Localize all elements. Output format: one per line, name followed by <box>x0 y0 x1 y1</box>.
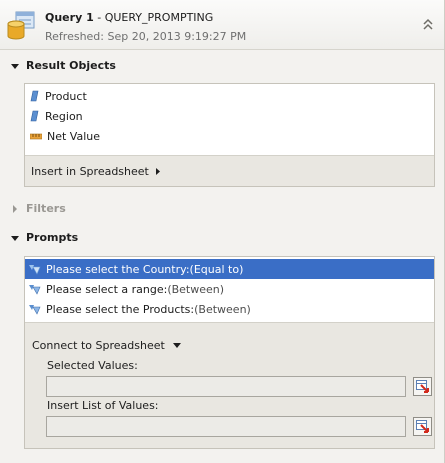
prompt-icon <box>29 285 41 295</box>
result-object-label: Net Value <box>47 129 101 143</box>
refreshed-timestamp: Refreshed: Sep 20, 2013 9:19:27 PM <box>45 30 247 43</box>
submenu-arrow-icon <box>155 168 160 175</box>
prompt-label: Please select the Products: <box>46 302 195 316</box>
query-panel: Query 1 - QUERY_PROMPTING Refreshed: Sep… <box>0 0 445 463</box>
dimension-icon <box>30 90 39 102</box>
measure-icon <box>30 133 42 140</box>
database-query-icon <box>6 10 36 42</box>
list-item[interactable]: Net Value <box>30 127 100 145</box>
prompt-label: Please select a range: <box>46 282 168 296</box>
prompt-icon <box>29 265 41 275</box>
query-name: Query 1 <box>45 11 94 24</box>
list-item[interactable]: Region <box>30 107 83 125</box>
prompt-qualifier: (Between) <box>194 302 251 316</box>
insert-list-of-values-label: Insert List of Values: <box>47 399 159 412</box>
connect-to-spreadsheet-label: Connect to Spreadsheet <box>32 339 165 352</box>
selected-values-pick-button[interactable] <box>413 377 432 396</box>
selected-values-field[interactable] <box>46 376 406 397</box>
query-title-separator: - <box>93 11 105 24</box>
cell-picker-icon <box>416 380 429 393</box>
filters-title: Filters <box>26 202 66 215</box>
result-object-label: Product <box>45 89 87 103</box>
prompt-qualifier: (Equal to) <box>189 262 244 276</box>
cell-picker-icon <box>416 420 429 433</box>
prompts-list: Please select the Country: (Equal to) Pl… <box>25 257 434 323</box>
query-id: QUERY_PROMPTING <box>104 11 214 24</box>
prompt-qualifier: (Between) <box>167 282 225 296</box>
result-objects-box: Product Region Net Value Insert in Sprea… <box>24 83 435 187</box>
query-title: Query 1 - QUERY_PROMPTING <box>45 11 213 24</box>
filters-section-header[interactable]: Filters <box>8 202 66 215</box>
prompts-box: Please select the Country: (Equal to) Pl… <box>24 256 435 449</box>
list-item[interactable]: Please select a range: (Between) <box>25 279 434 299</box>
dimension-icon <box>30 110 39 122</box>
list-item[interactable]: Product <box>30 87 87 105</box>
selected-values-label: Selected Values: <box>47 359 138 372</box>
insert-list-of-values-field[interactable] <box>46 416 406 437</box>
insert-list-of-values-pick-button[interactable] <box>413 417 432 436</box>
result-objects-section-header[interactable]: Result Objects <box>8 59 116 72</box>
connect-to-spreadsheet-dropdown[interactable]: Connect to Spreadsheet <box>32 339 181 352</box>
prompts-title: Prompts <box>26 231 79 244</box>
list-item[interactable]: Please select the Products: (Between) <box>25 299 434 319</box>
result-objects-list: Product Region Net Value <box>25 84 434 156</box>
result-object-label: Region <box>45 109 83 123</box>
prompt-label: Please select the Country: <box>46 262 190 276</box>
expanded-triangle-icon <box>11 63 19 69</box>
query-header: Query 1 - QUERY_PROMPTING Refreshed: Sep… <box>0 0 444 50</box>
collapsed-triangle-icon <box>13 204 17 213</box>
insert-in-spreadsheet-label: Insert in Spreadsheet <box>31 165 149 178</box>
insert-in-spreadsheet-button[interactable]: Insert in Spreadsheet <box>31 165 161 178</box>
chevron-down-icon <box>172 343 181 348</box>
result-objects-title: Result Objects <box>26 59 116 72</box>
expanded-triangle-icon <box>11 235 19 241</box>
list-item[interactable]: Please select the Country: (Equal to) <box>25 259 434 279</box>
prompt-icon <box>29 305 41 315</box>
collapse-chevron-icon[interactable] <box>420 15 436 35</box>
prompts-section-header[interactable]: Prompts <box>8 231 78 244</box>
